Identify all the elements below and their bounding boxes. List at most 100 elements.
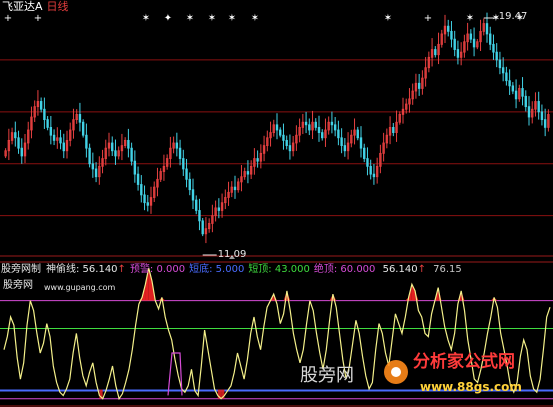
candle-body [43, 108, 46, 121]
candle-body [17, 137, 20, 149]
candle-body [308, 124, 311, 131]
candle-body [288, 145, 292, 152]
candle-body [317, 127, 321, 133]
chart-stage: { "title": {"stock": "飞亚达A", "period": "… [0, 0, 553, 407]
indicator-item-value: 76.15 [429, 264, 462, 275]
chart-canvas: + + ✶ ✦ ✶ ✶ ✶ ✶ ✶ + ✶ ✶ ✶ [0, 12, 553, 407]
candle-body [62, 142, 65, 152]
candle-body [78, 114, 82, 123]
indicator-item: 神偷线: 56.140↑ [46, 264, 126, 275]
signal-marker: + [424, 13, 432, 24]
candle-body [88, 147, 91, 165]
signal-marker: + [34, 13, 42, 24]
indicator-item-value: 56.140 [379, 264, 418, 275]
candle-body [91, 163, 95, 170]
candle-body [450, 30, 453, 40]
candle-body [46, 119, 49, 128]
candle-body [59, 137, 62, 144]
indicator-item-value: 0.000 [153, 264, 186, 275]
candle-body [489, 33, 492, 45]
signal-marker: ✶ [251, 13, 259, 24]
candle-body [537, 101, 540, 113]
signal-marker: + [4, 13, 12, 24]
candle-body [133, 160, 137, 175]
candle-body [333, 124, 337, 131]
candle-body [175, 142, 179, 149]
indicator-item: 56.140↑ [379, 264, 426, 275]
candle-body [140, 184, 143, 196]
high-price-label: 19.47 [498, 11, 528, 22]
candle-body [543, 119, 547, 128]
candle-body [20, 147, 23, 157]
indicator-item-label: 短顶: [248, 264, 272, 275]
candle-body [469, 33, 473, 40]
signal-marker: ✶ [186, 13, 194, 24]
candle-body [275, 124, 279, 131]
candle-body [337, 129, 340, 139]
candle-body [178, 147, 182, 159]
candle-body [498, 59, 502, 69]
indicator-panel-name: 股旁网制 [1, 264, 41, 275]
candle-body [185, 168, 188, 180]
indicator-item: 76.15 [430, 264, 462, 275]
watermark-text: 股旁网 [300, 365, 354, 386]
candle-body [321, 132, 324, 139]
indicator-item-value: 5.000 [212, 264, 245, 275]
indicator-item: 绝顶: 60.000 [314, 264, 376, 275]
candle-body [52, 134, 56, 141]
candle-body [527, 106, 531, 118]
candle-body [369, 165, 372, 175]
candle-body [505, 72, 508, 82]
candle-body [130, 147, 133, 162]
candle-body [314, 121, 317, 128]
candle-body [282, 134, 285, 141]
candle-body [495, 51, 498, 61]
signal-marker: ✶ [384, 13, 392, 24]
signal-marker: ✶ [142, 13, 150, 24]
candle-body [453, 38, 456, 50]
indicator-item: 预警: 0.000 [130, 264, 185, 275]
indicator-item-value: 60.000 [337, 264, 376, 275]
candle-body [492, 43, 495, 53]
site-url: www.gupang.com [44, 283, 116, 292]
candle-body [285, 139, 288, 146]
candle-body [472, 38, 476, 48]
candle-body [501, 67, 505, 74]
candle-body [456, 49, 460, 58]
candle-body [372, 173, 376, 178]
candle-body [49, 127, 53, 136]
candle-body [81, 121, 85, 136]
candle-body [330, 121, 334, 126]
indicator-item-label: 神偷线: [46, 264, 80, 275]
candle-body [39, 101, 43, 110]
candle-body [136, 173, 140, 185]
candle-body [14, 132, 17, 139]
indicator-item-value: 43.000 [271, 264, 310, 275]
candle-body [343, 145, 347, 152]
indicator-item-arrow: ↑ [117, 264, 126, 275]
candle-body [511, 85, 515, 92]
candle-body [111, 142, 114, 152]
signal-marker: ✦ [164, 13, 172, 24]
low-price-label: 11.09 [217, 249, 247, 260]
signal-marker: ✶ [208, 13, 216, 24]
candle-body [85, 134, 88, 149]
candle-body [521, 88, 524, 97]
candle-body [304, 121, 308, 126]
candle-body [143, 194, 146, 204]
chart-title: 飞亚达A 日线 [2, 1, 69, 13]
candle-body [359, 137, 363, 149]
signal-marker: ✶ [228, 13, 236, 24]
candle-body [417, 82, 421, 89]
candle-body [434, 49, 437, 56]
candle-body [114, 150, 117, 157]
candle-body [146, 202, 149, 206]
candle-body [508, 80, 511, 87]
indicator-item-label: 预警: [129, 264, 154, 275]
candle-body [279, 129, 282, 136]
site-name: 股旁网 [3, 280, 33, 291]
candle-body [188, 178, 191, 191]
candle-body [198, 210, 201, 222]
brand-logo-dot [391, 367, 401, 377]
period-label: 日线 [46, 0, 69, 13]
